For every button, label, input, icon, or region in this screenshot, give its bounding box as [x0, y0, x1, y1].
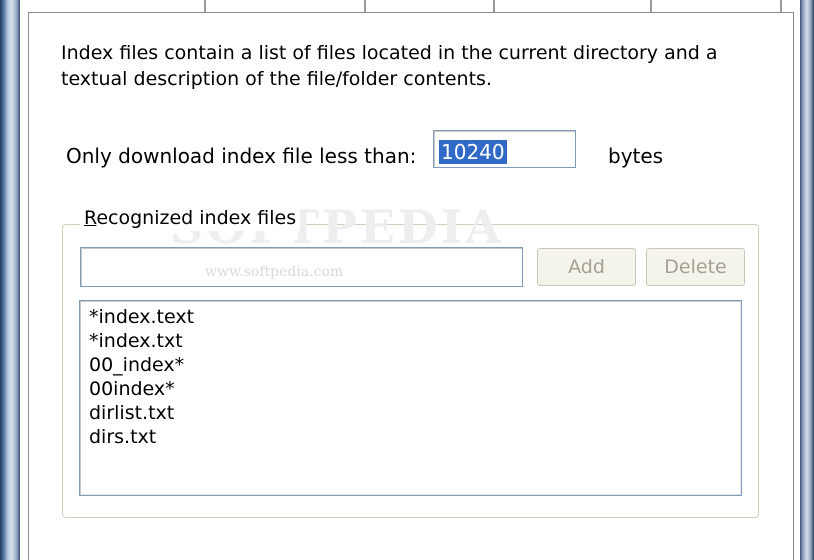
download-limit-unit: bytes	[608, 144, 664, 168]
tab-separator	[780, 0, 782, 13]
window-frame-right	[800, 0, 814, 560]
tab-strip	[28, 0, 794, 13]
tab-separator	[650, 0, 652, 13]
download-limit-value: 10240	[439, 140, 507, 164]
index-files-list[interactable]: *index.text *index.txt 00_index* 00index…	[79, 300, 742, 496]
new-index-file-input[interactable]	[80, 247, 523, 287]
tab-separator	[364, 0, 366, 13]
add-button[interactable]: Add	[537, 248, 636, 286]
index-files-description: Index files contain a list of files loca…	[61, 42, 718, 90]
delete-button[interactable]: Delete	[646, 248, 745, 286]
list-item[interactable]: *index.text	[89, 305, 741, 329]
list-item[interactable]: dirs.txt	[89, 425, 741, 449]
download-limit-input[interactable]: 10240	[433, 130, 576, 168]
group-title-text: ecognized index files	[96, 207, 297, 229]
tab-separator	[493, 0, 495, 13]
list-item[interactable]: *index.txt	[89, 329, 741, 353]
window-frame-left	[0, 0, 20, 560]
list-item[interactable]: dirlist.txt	[89, 401, 741, 425]
download-limit-label: Only download index file less than:	[66, 144, 417, 168]
list-item[interactable]: 00_index*	[89, 353, 741, 377]
tab-separator	[204, 0, 206, 13]
list-item[interactable]: 00index*	[89, 377, 741, 401]
group-title-accesskey: R	[84, 207, 97, 229]
group-title: Recognized index files	[80, 205, 301, 231]
